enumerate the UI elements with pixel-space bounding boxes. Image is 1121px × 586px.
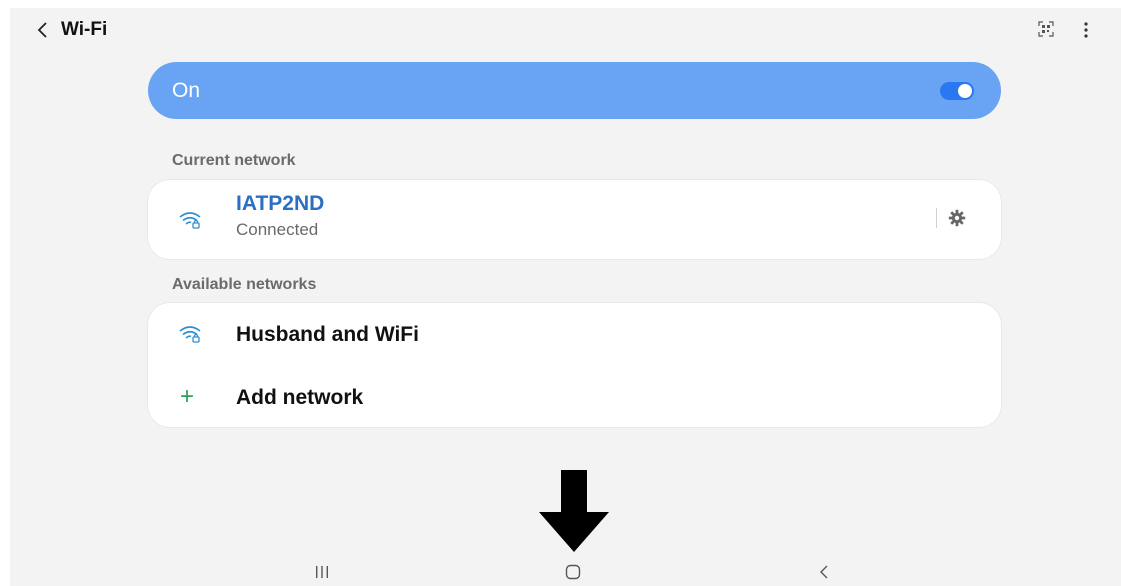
- switch-knob: [958, 84, 972, 98]
- wifi-locked-icon: [179, 326, 201, 343]
- current-network-card: IATP2ND Connected: [148, 180, 1001, 259]
- wifi-switch[interactable]: [940, 82, 974, 100]
- wifi-settings-screen: Wi-Fi On Current network IATP2ND Connect…: [10, 8, 1121, 586]
- available-networks-card: Husband and WiFi + Add network: [148, 303, 1001, 427]
- current-network-header: Current network: [172, 152, 296, 169]
- current-network-name: IATP2ND: [236, 192, 325, 215]
- network-name: Husband and WiFi: [236, 323, 419, 346]
- qr-scan-button[interactable]: [1035, 18, 1057, 40]
- recents-icon: [316, 566, 328, 578]
- gear-icon: [948, 209, 966, 227]
- divider: [936, 208, 937, 228]
- add-network-button[interactable]: + Add network: [148, 365, 1001, 427]
- more-options-button[interactable]: [1076, 16, 1096, 44]
- qr-scan-icon: [1038, 21, 1054, 37]
- nav-back-button[interactable]: [814, 562, 834, 582]
- back-icon: [820, 565, 828, 579]
- wifi-toggle-label: On: [172, 79, 201, 102]
- home-icon: [565, 564, 581, 580]
- plus-icon: +: [180, 383, 195, 410]
- add-network-label: Add network: [236, 386, 364, 409]
- current-network-row[interactable]: IATP2ND Connected: [148, 180, 1001, 259]
- current-network-status: Connected: [236, 220, 319, 239]
- down-arrow-icon: [539, 470, 609, 552]
- network-settings-button[interactable]: [944, 205, 970, 231]
- nav-home-button[interactable]: [563, 563, 583, 581]
- more-vertical-icon: [1084, 22, 1088, 38]
- wifi-master-toggle[interactable]: On: [148, 62, 1001, 119]
- wifi-locked-icon: [179, 212, 201, 229]
- available-networks-header: Available networks: [172, 276, 317, 293]
- network-item-husband-and-wifi[interactable]: Husband and WiFi: [148, 303, 1001, 365]
- nav-recents-button[interactable]: [310, 564, 334, 580]
- page-title: Wi-Fi: [61, 19, 108, 40]
- back-button[interactable]: [32, 18, 52, 42]
- chevron-left-icon: [37, 22, 47, 38]
